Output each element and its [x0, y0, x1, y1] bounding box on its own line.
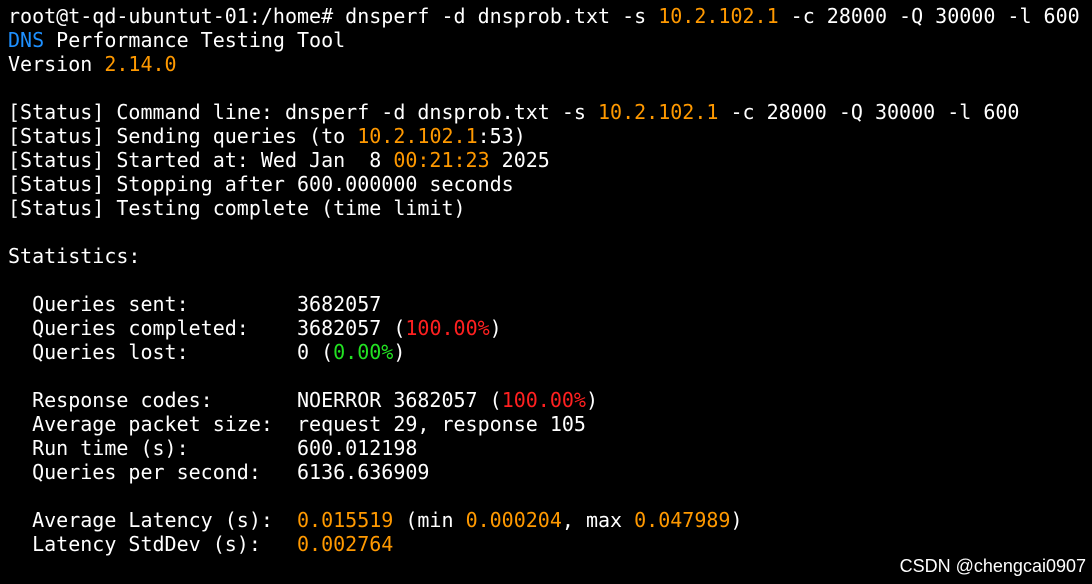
status-started-prefix: [Status] Started at: Wed Jan 8	[8, 148, 394, 172]
prompt-server-ip: 10.2.102.1	[658, 4, 779, 28]
stat-value: 0 (	[296, 340, 334, 364]
status-command-args: -c 28000 -Q 30000 -l 600	[718, 100, 1020, 124]
status-sending-line: [Status] Sending queries (to 10.2.102.1:…	[8, 124, 1092, 148]
stat-close: )	[585, 388, 599, 412]
version-label: Version	[8, 52, 105, 76]
status-sending-suffix: :53)	[477, 124, 526, 148]
status-started-time: 00:21:23	[393, 148, 490, 172]
stat-percent: 100.00%	[501, 388, 586, 412]
stat-close: )	[730, 508, 743, 532]
stat-label: Queries completed:	[8, 316, 297, 340]
stat-min-value: 0.000204	[465, 508, 562, 532]
csdn-watermark: CSDN @chengcai0907	[899, 556, 1086, 576]
status-sending-prefix: [Status] Sending queries (to	[8, 124, 358, 148]
status-command-server: 10.2.102.1	[598, 100, 719, 124]
status-started-suffix: 2025	[489, 148, 550, 172]
tool-title-line: DNS Performance Testing Tool	[8, 28, 1092, 52]
stat-label: Latency StdDev (s):	[8, 532, 297, 556]
stat-percent: 100.00%	[405, 316, 490, 340]
status-sending-server: 10.2.102.1	[357, 124, 478, 148]
prompt-command: root@t-qd-ubuntut-01:/home# dnsperf -d d…	[8, 4, 659, 28]
stat-queries-lost: Queries lost: 0 (0.00%)	[8, 340, 1092, 364]
stat-latency-stddev: Latency StdDev (s): 0.002764	[8, 532, 1092, 556]
stat-value: 0.015519	[296, 508, 394, 532]
prompt-args: -c 28000 -Q 30000 -l 600	[778, 4, 1080, 28]
prompt-line: root@t-qd-ubuntut-01:/home# dnsperf -d d…	[8, 4, 1092, 28]
stat-value: request 29, response 105	[296, 412, 586, 436]
status-command-line: [Status] Command line: dnsperf -d dnspro…	[8, 100, 1092, 124]
version-line: Version 2.14.0	[8, 52, 1092, 76]
stat-value: 600.012198	[296, 436, 418, 460]
stat-max-value: 0.047989	[634, 508, 731, 532]
stat-queries-sent: Queries sent: 3682057	[8, 292, 1092, 316]
stat-close: )	[489, 316, 502, 340]
stat-run-time: Run time (s): 600.012198	[8, 436, 1092, 460]
stat-label: Response codes:	[8, 388, 297, 412]
status-command-prefix: [Status] Command line: dnsperf -d dnspro…	[8, 100, 599, 124]
status-stopping-line: [Status] Stopping after 600.000000 secon…	[8, 172, 514, 196]
stat-value: 0.002764	[296, 532, 394, 556]
stat-value: 6136.636909	[296, 460, 430, 484]
stat-label: Queries per second:	[8, 460, 297, 484]
tool-title-dns: DNS	[8, 28, 45, 52]
terminal-window[interactable]: root@t-qd-ubuntut-01:/home# dnsperf -d d…	[0, 0, 1092, 584]
version-number: 2.14.0	[104, 52, 177, 76]
stat-label: Average packet size:	[8, 412, 297, 436]
stat-value: 3682057 (	[296, 316, 406, 340]
stat-label: Queries sent:	[8, 292, 297, 316]
stat-packet-size: Average packet size: request 29, respons…	[8, 412, 1092, 436]
stat-percent: 0.00%	[333, 340, 394, 364]
tool-title-rest: Performance Testing Tool	[44, 28, 346, 52]
stat-max-label: , max	[561, 508, 635, 532]
status-complete-line: [Status] Testing complete (time limit)	[8, 196, 466, 220]
stat-min-label: (min	[393, 508, 466, 532]
stat-value: 3682057	[296, 292, 382, 316]
stat-queries-per-second: Queries per second: 6136.636909	[8, 460, 1092, 484]
stat-response-codes: Response codes: NOERROR 3682057 (100.00%…	[8, 388, 1092, 412]
stat-label: Average Latency (s):	[8, 508, 297, 532]
status-started-line: [Status] Started at: Wed Jan 8 00:21:23 …	[8, 148, 1092, 172]
stat-average-latency: Average Latency (s): 0.015519 (min 0.000…	[8, 508, 1092, 532]
stat-value: NOERROR 3682057 (	[296, 388, 502, 412]
stat-label: Run time (s):	[8, 436, 297, 460]
stat-queries-completed: Queries completed: 3682057 (100.00%)	[8, 316, 1092, 340]
statistics-heading: Statistics:	[8, 244, 141, 268]
stat-close: )	[393, 340, 406, 364]
stat-label: Queries lost:	[8, 340, 297, 364]
